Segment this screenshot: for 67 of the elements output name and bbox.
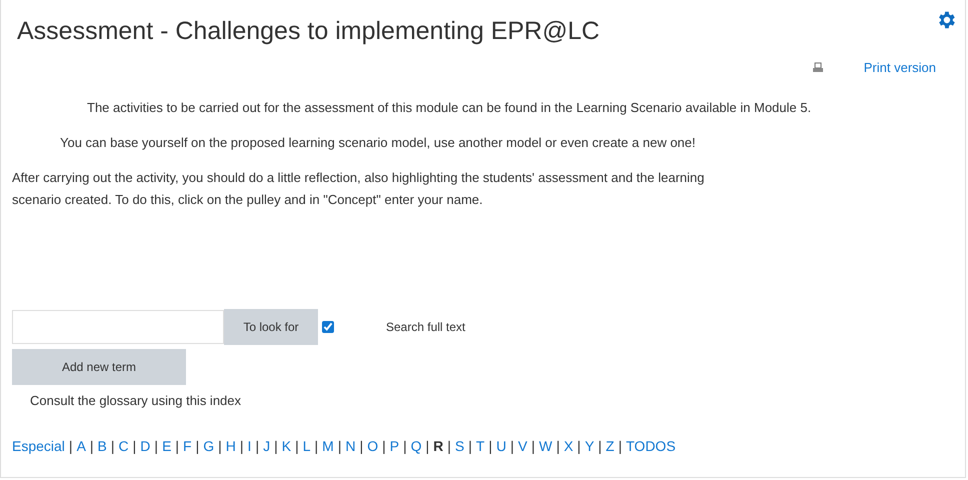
separator: | (175, 438, 180, 454)
separator: | (598, 438, 602, 454)
separator: | (618, 438, 622, 454)
separator: | (577, 438, 581, 454)
separator: | (426, 438, 430, 454)
index-link[interactable]: X (564, 438, 574, 454)
index-link[interactable]: E (162, 438, 172, 454)
printer-icon (812, 62, 824, 74)
index-link[interactable]: F (183, 438, 192, 454)
index-hint: Consult the glossary using this index (30, 393, 242, 408)
index-letter: R (433, 438, 444, 454)
index-link[interactable]: D (140, 438, 150, 454)
index-link[interactable]: L (302, 438, 310, 454)
index-link[interactable]: J (263, 438, 270, 454)
paragraph: The activities to be carried out for the assessment of this module can be found in the Learning Scenario available in Module 5. (86, 99, 812, 117)
index-link[interactable]: T (476, 438, 485, 454)
separator: | (488, 438, 492, 454)
index-link[interactable]: U (496, 438, 506, 454)
index-link[interactable]: N (345, 438, 356, 454)
index-link[interactable]: C (118, 438, 129, 454)
separator: | (510, 438, 514, 454)
index-link[interactable]: V (518, 438, 528, 454)
add-term-button[interactable]: Add new term (12, 349, 186, 385)
full-text-checkbox[interactable] (322, 321, 334, 333)
separator: | (403, 438, 407, 454)
index-link[interactable]: TODOS (626, 438, 676, 454)
search-field[interactable] (12, 310, 224, 344)
separator: | (110, 438, 115, 454)
paragraph: You can base yourself on the proposed learning scenario model, use another model or even create a new one! (59, 134, 696, 152)
index-link[interactable]: Q (410, 438, 422, 454)
separator: | (154, 438, 158, 454)
index-link[interactable]: A (76, 438, 86, 454)
index-link[interactable]: Y (584, 438, 594, 454)
separator: | (338, 438, 342, 454)
separator: | (240, 438, 244, 454)
index-link[interactable]: B (98, 438, 107, 454)
separator: | (382, 438, 386, 454)
index-link[interactable]: S (455, 438, 464, 454)
full-text-label: Search full text (386, 320, 466, 334)
index-link[interactable]: O (367, 438, 378, 454)
separator: | (468, 438, 472, 454)
index-link[interactable]: Especial (12, 438, 65, 454)
separator: | (360, 438, 364, 454)
index-link[interactable]: W (538, 438, 552, 454)
index-link[interactable]: G (203, 438, 214, 454)
page-title: Assessment - Challenges to implementing EPR@LC (17, 17, 600, 46)
index-link[interactable]: Z (606, 438, 614, 454)
separator: | (218, 438, 222, 454)
separator: | (447, 438, 452, 454)
index-link[interactable]: M (322, 438, 334, 454)
separator: | (255, 438, 260, 454)
print-version-link[interactable]: Print version (864, 60, 936, 75)
separator: | (274, 438, 278, 454)
index-link[interactable]: P (390, 438, 400, 454)
separator: | (132, 438, 136, 454)
index-link[interactable]: I (248, 438, 252, 454)
index-link[interactable]: H (226, 438, 236, 454)
separator: | (531, 438, 535, 454)
separator: | (196, 438, 200, 454)
separator: | (68, 438, 73, 454)
search-button[interactable]: To look for (224, 309, 318, 345)
index-link[interactable]: K (282, 438, 292, 454)
separator: | (295, 438, 299, 454)
separator: | (314, 438, 318, 454)
paragraph: After carrying out the activity, you should do a little reflection, also highlighting the students' assessment and the learning scenario created. To do this, click on the pulley and in "Concept" enter your name. (12, 169, 706, 209)
separator: | (90, 438, 94, 454)
separator: | (556, 438, 560, 454)
